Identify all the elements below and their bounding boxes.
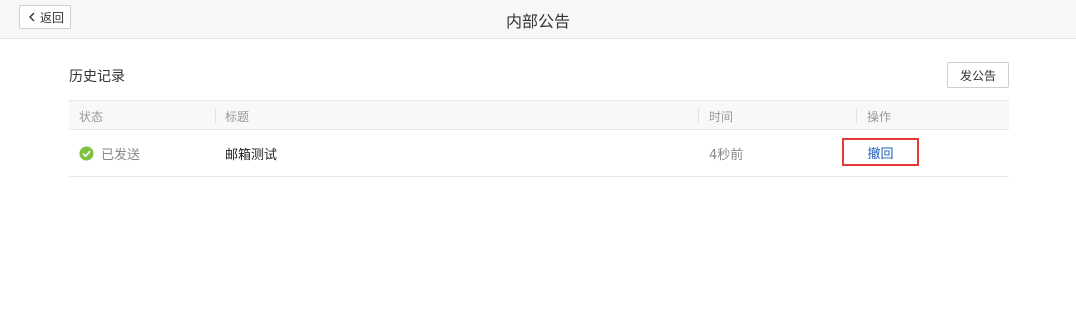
section-title: 历史记录	[69, 69, 125, 85]
title-cell: 邮箱测试	[225, 148, 278, 163]
page-title: 内部公告	[505, 12, 570, 31]
time-cell: 4秒前	[709, 148, 744, 163]
column-divider	[698, 108, 699, 123]
check-circle-icon	[79, 146, 94, 161]
column-header-time: 时间	[709, 110, 734, 124]
column-header-title: 标题	[225, 110, 250, 124]
status-cell: 已发送	[79, 144, 140, 163]
status-text: 已发送	[101, 148, 141, 163]
table-row: 已发送 邮箱测试 4秒前 撤回	[69, 130, 1009, 177]
recall-button[interactable]: 撤回	[842, 138, 919, 166]
post-announcement-button[interactable]: 发公告	[947, 62, 1009, 88]
table-header: 状态 标题 时间 操作	[69, 100, 1009, 130]
column-divider	[856, 108, 857, 123]
column-divider	[215, 108, 216, 123]
column-header-status: 状态	[79, 110, 104, 124]
column-header-action: 操作	[867, 110, 892, 124]
history-table: 状态 标题 时间 操作 已发送 邮箱测试 4秒前 撤回	[69, 100, 1009, 177]
top-bar: 返回 内部公告	[0, 0, 1076, 39]
